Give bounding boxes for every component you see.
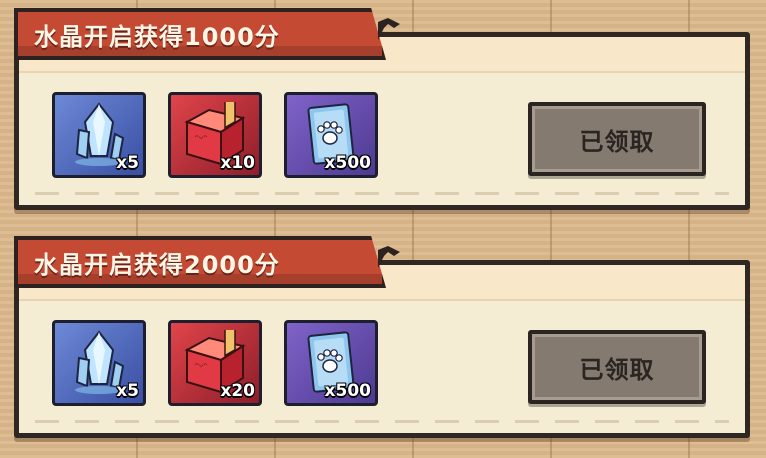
reward-count: x5 — [116, 381, 139, 401]
claimed-button-label: 已领取 — [579, 355, 655, 384]
reward-count: x20 — [220, 381, 255, 401]
task-title: 水晶开启获得1000分 — [34, 22, 280, 51]
claimed-button[interactable]: 已领取 — [528, 102, 706, 176]
reward-item-chest[interactable]: ᵔᵕᵔ x20 — [168, 320, 262, 406]
reward-item-chest[interactable]: ᵔᵕᵔ x10 — [168, 92, 262, 178]
corner-decoration-icon — [374, 14, 404, 44]
reward-item-paw-card[interactable]: x500 — [284, 320, 378, 406]
reward-item-crystal[interactable]: x5 — [52, 92, 146, 178]
svg-text:ᵔᵕᵔ: ᵔᵕᵔ — [195, 134, 207, 145]
reward-count: x500 — [324, 381, 371, 401]
reward-count: x5 — [116, 153, 139, 173]
task-card: 水晶开启获得2000分 x5 ᵔᵕᵔ x20 x500 已领取 — [14, 236, 750, 446]
claimed-button[interactable]: 已领取 — [528, 330, 706, 404]
reward-list: x5 ᵔᵕᵔ x20 x500 — [52, 320, 378, 406]
claimed-button-label: 已领取 — [579, 127, 655, 156]
reward-item-crystal[interactable]: x5 — [52, 320, 146, 406]
reward-item-paw-card[interactable]: x500 — [284, 92, 378, 178]
task-title-ribbon: 水晶开启获得2000分 — [14, 236, 386, 288]
reward-count: x10 — [220, 153, 255, 173]
corner-decoration-icon — [374, 242, 404, 272]
task-card: 水晶开启获得1000分 x5 ᵔᵕᵔ x10 x500 已领取 — [14, 8, 750, 218]
svg-text:ᵔᵕᵔ: ᵔᵕᵔ — [195, 362, 207, 373]
task-title-ribbon: 水晶开启获得1000分 — [14, 8, 386, 60]
reward-count: x500 — [324, 153, 371, 173]
reward-list: x5 ᵔᵕᵔ x10 x500 — [52, 92, 378, 178]
task-title: 水晶开启获得2000分 — [34, 250, 280, 279]
